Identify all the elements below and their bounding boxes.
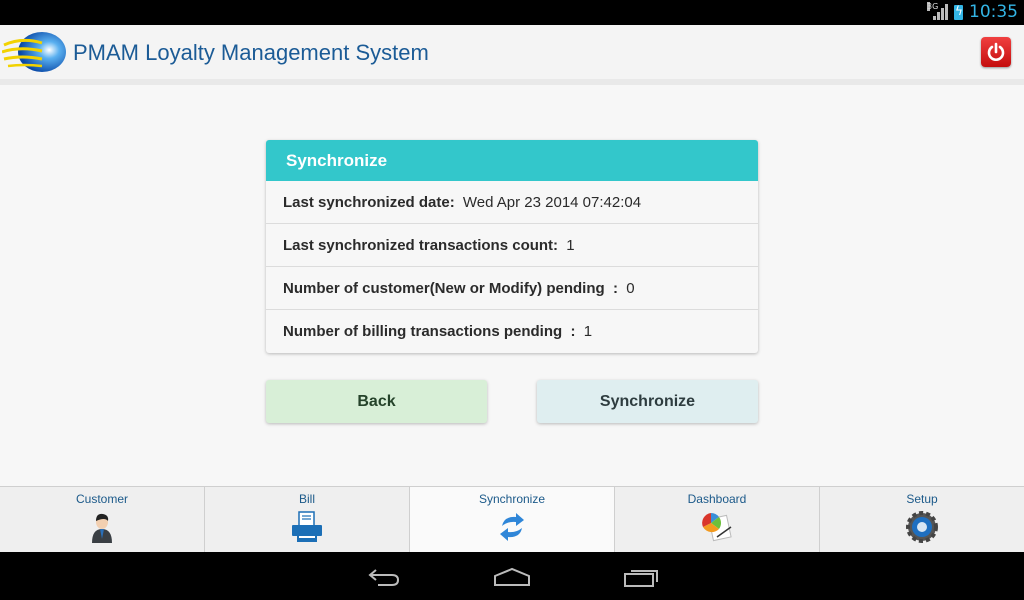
customer-icon <box>92 513 112 543</box>
row-value: 1 <box>583 323 593 340</box>
battery-icon <box>954 4 963 20</box>
row-value: Wed Apr 23 2014 07:42:04 <box>462 194 642 211</box>
row-label: Number of billing transactions pending : <box>283 323 576 340</box>
info-row: Last synchronized transactions count: 1 <box>266 224 758 267</box>
info-row: Last synchronized date: Wed Apr 23 2014 … <box>266 181 758 224</box>
dashboard-chart-icon <box>702 513 732 542</box>
back-icon[interactable] <box>366 566 406 588</box>
network-type: 3G <box>927 2 939 11</box>
globe-logo-icon <box>2 32 66 72</box>
sync-icon <box>500 513 524 541</box>
row-value: 1 <box>566 237 575 254</box>
gear-icon <box>906 511 938 543</box>
info-row: Number of customer(New or Modify) pendin… <box>266 267 758 310</box>
tab-bill[interactable]: Bill <box>205 487 410 552</box>
info-row: Number of billing transactions pending :… <box>266 310 758 353</box>
synchronize-button[interactable]: Synchronize <box>537 380 758 423</box>
sync-card: Synchronize Last synchronized date: Wed … <box>266 140 758 353</box>
tab-dashboard[interactable]: Dashboard <box>615 487 820 552</box>
tab-label: Setup <box>906 492 938 506</box>
tab-setup[interactable]: Setup <box>820 487 1024 552</box>
bottom-tab-bar: Customer Bill Synchronize Dashboard Setu… <box>0 486 1024 552</box>
back-button[interactable]: Back <box>266 380 487 423</box>
system-nav-bar <box>0 552 1024 600</box>
card-title: Synchronize <box>266 140 758 181</box>
tab-label: Dashboard <box>687 492 747 506</box>
tab-label: Synchronize <box>478 492 546 506</box>
tab-synchronize[interactable]: Synchronize <box>410 487 615 552</box>
row-value: 0 <box>626 280 635 297</box>
clock: 10:35 <box>969 2 1018 22</box>
tab-label: Bill <box>298 492 315 506</box>
power-button[interactable] <box>981 37 1011 67</box>
app-bar: PMAM Loyalty Management System <box>0 25 1024 85</box>
signal-icon: 3G <box>927 2 948 20</box>
printer-icon <box>292 511 322 542</box>
power-icon <box>987 42 1005 61</box>
home-icon[interactable] <box>492 566 532 588</box>
row-label: Number of customer(New or Modify) pendin… <box>283 280 619 297</box>
recent-apps-icon[interactable] <box>622 566 662 588</box>
status-bar: 3G 10:35 <box>0 0 1024 25</box>
tab-label: Customer <box>75 492 128 506</box>
tab-customer[interactable]: Customer <box>0 487 205 552</box>
app-title: PMAM Loyalty Management System <box>73 40 429 65</box>
row-label: Last synchronized transactions count: <box>283 237 559 254</box>
row-label: Last synchronized date: <box>283 194 455 211</box>
